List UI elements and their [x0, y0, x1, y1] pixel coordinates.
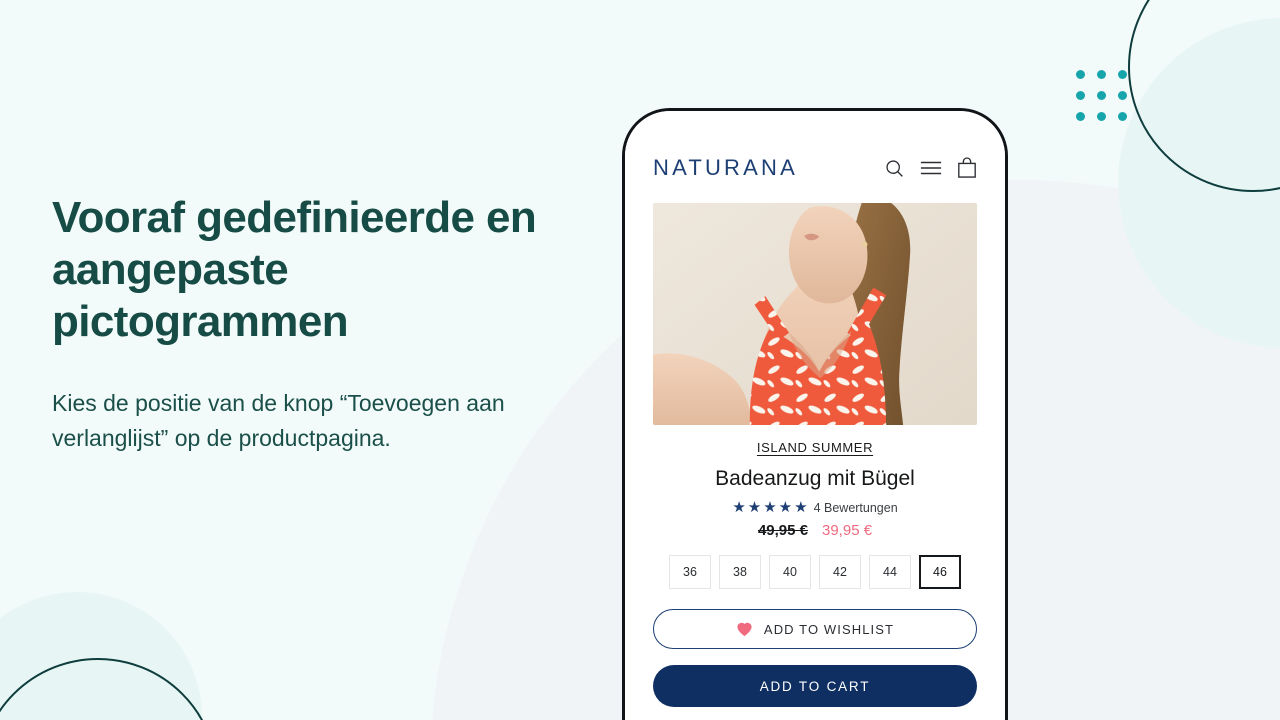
hamburger-menu-icon[interactable]	[920, 159, 942, 177]
product-info: ISLAND SUMMER Badeanzug mit Bügel ★ ★ ★ ★ ★ …	[625, 425, 1005, 589]
product-actions: ADD TO WISHLIST ADD TO CART	[625, 609, 1005, 707]
product-image[interactable]	[653, 203, 977, 425]
outline-circle-top-right-decoration	[1128, 0, 1280, 192]
product-photo-illustration	[653, 203, 977, 425]
star-icon: ★	[732, 499, 746, 516]
add-to-cart-button[interactable]: ADD TO CART	[653, 665, 977, 707]
size-option-46[interactable]: 46	[919, 555, 961, 589]
rating-row: ★ ★ ★ ★ ★ 4 Bewertungen	[649, 500, 981, 515]
phone-notch	[731, 111, 899, 137]
price-row: 49,95 € 39,95 €	[649, 522, 981, 539]
price-original: 49,95 €	[757, 522, 808, 539]
search-icon[interactable]	[884, 158, 905, 179]
header-icon-group	[884, 157, 977, 179]
slide-description: Kies de positie van de knop “Toevoegen a…	[52, 389, 505, 451]
outline-circle-bottom-left-decoration	[0, 658, 218, 720]
size-option-38[interactable]: 38	[719, 555, 761, 589]
star-icon: ★	[763, 499, 777, 516]
shop-header: NATURANA	[625, 141, 1005, 191]
dot-grid-icon	[1076, 70, 1127, 121]
add-to-wishlist-button[interactable]: ADD TO WISHLIST	[653, 609, 977, 649]
heart-icon	[736, 621, 753, 637]
star-icon: ★	[747, 499, 762, 516]
shopping-bag-icon[interactable]	[957, 157, 977, 179]
product-title: Badeanzug mit Bügel	[715, 467, 915, 490]
collection-name[interactable]: ISLAND SUMMER	[757, 440, 873, 455]
review-count[interactable]: 4 Bewertungen	[814, 501, 898, 515]
mint-circle-top-right-decoration	[1118, 18, 1280, 348]
star-rating-icon: ★ ★ ★ ★ ★	[732, 500, 807, 515]
add-to-cart-label: ADD TO CART	[759, 678, 871, 694]
phone-screen: NATURANA ISLAND SUMMER Badeanzug mit Büg…	[625, 111, 1005, 720]
phone-mockup: NATURANA ISLAND SUMMER Badeanzug mit Büg…	[622, 108, 1008, 720]
size-selector[interactable]: 36 38 40 42 44 46	[649, 555, 981, 589]
star-icon: ★	[794, 499, 808, 516]
mint-circle-bottom-left-decoration	[0, 592, 202, 720]
size-option-40[interactable]: 40	[769, 555, 811, 589]
star-icon: ★	[778, 499, 793, 516]
page-title: Vooraf gedefinieerde en aangepaste picto…	[52, 193, 537, 346]
size-option-44[interactable]: 44	[869, 555, 911, 589]
size-option-36[interactable]: 36	[669, 555, 711, 589]
price-sale: 39,95 €	[822, 522, 873, 539]
add-to-wishlist-label: ADD TO WISHLIST	[763, 621, 895, 637]
brand-logo: NATURANA	[653, 155, 798, 180]
slide-canvas: Vooraf gedefinieerde en aangepaste picto…	[0, 0, 1280, 720]
size-option-42[interactable]: 42	[819, 555, 861, 589]
slide-copy: Vooraf gedefinieerde en aangepaste picto…	[52, 192, 592, 456]
